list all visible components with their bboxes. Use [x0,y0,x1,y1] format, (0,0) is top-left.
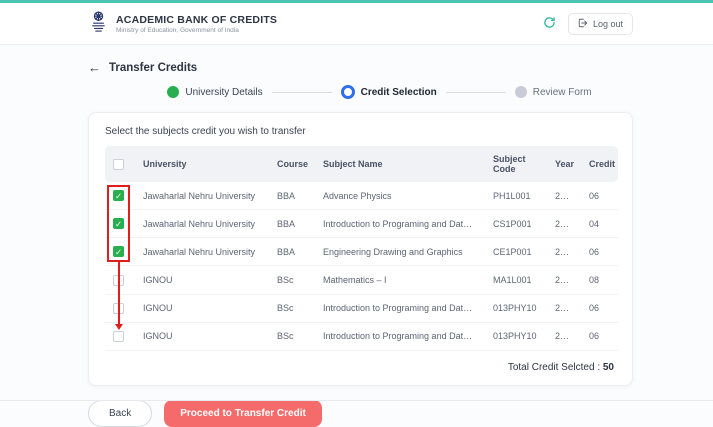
table-row: IGNOU BSc Introduction to Programing and D… [105,294,618,323]
table-caption: Select the subjects credit you wish to t… [105,126,306,137]
table-body: ✓ Jawaharlal Nehru University BBA Advance P… [105,182,618,351]
cell-subject-code: 013PHY10 [485,294,547,323]
cell-year: 2015 [547,209,581,239]
cell-credit: 06 [581,182,618,211]
step-complete-dot [167,86,180,98]
column-credit: Credit [589,159,616,169]
cell-subject-code: PH1L001 [485,182,547,211]
step-upcoming-dot [514,86,527,98]
header: ACADEMIC BANK OF CREDITS Ministry of Edu… [0,3,713,45]
cell-subject-code: CE1P001 [485,237,547,267]
cell-year: 2015 [547,182,581,211]
logout-icon [578,18,588,30]
cell-course: BSc [269,265,315,295]
govt-emblem-logo [88,9,109,38]
refresh-button[interactable] [541,14,558,34]
cell-subject-name: Introduction to Programing and Data Stru… [315,209,485,239]
cell-subject-name: Advance Physics [315,182,485,211]
total-credit-label: Total Credit Selcted : [507,361,601,373]
brand-subtitle: Ministry of Education, Government of Ind… [116,26,239,34]
column-year: Year [555,159,575,169]
cell-subject-code: MA1L001 [485,265,547,295]
cell-course: BSc [269,322,315,351]
column-subject-name: Subject Name [323,159,383,169]
bottom-divider [0,400,713,401]
header-actions: Log out [541,12,633,35]
table-row: IGNOU BSc Introduction to Programing and D… [105,322,618,351]
step-credit-selection: Credit Selection [340,85,437,99]
total-credit-value: 50 [602,361,614,373]
brand: ACADEMIC BANK OF CREDITS Ministry of Edu… [88,9,277,38]
cell-subject-name: Introduction to Programing and Data Stru… [315,294,485,323]
step-connector [271,91,332,93]
table-row: ✓ Jawaharlal Nehru University BBA Engineeri… [105,237,618,267]
cell-university: Jawaharlal Nehru University [135,209,269,239]
total-credit-row: Total Credit Selcted : 50 [105,351,616,377]
select-all-checkbox[interactable] [113,158,124,170]
step-university-details: University Details [167,86,263,98]
cell-course: BSc [269,294,315,323]
step-label: Credit Selection [360,86,437,98]
cell-year: 2015 [547,265,581,295]
brand-title: ACADEMIC BANK OF CREDITS [116,13,278,26]
cell-university: Jawaharlal Nehru University [135,182,269,211]
cell-course: BBA [269,209,315,239]
cell-subject-code: 013PHY10 [485,322,547,351]
step-connector [445,91,506,93]
row-checkbox[interactable] [113,330,124,342]
stepper: University Details Credit Selection Revi… [0,85,713,99]
cell-university: Jawaharlal Nehru University [135,237,269,267]
column-subject-code: Subject Code [493,154,526,174]
footer-actions: Back Proceed to Transfer Credit [88,399,713,427]
credit-selection-card: Select the subjects credit you wish to t… [88,112,633,386]
column-university: University [143,159,187,169]
proceed-to-transfer-credit-button[interactable]: Proceed to Transfer Credit [164,399,322,427]
cell-year: 2015 [547,322,581,351]
back-arrow-icon[interactable]: ← [88,61,101,74]
cell-credit: 04 [581,209,618,239]
page-title-row: ← Transfer Credits [88,61,713,74]
cell-credit: 06 [581,237,618,267]
credits-table: University Course Subject Name Subject C… [105,146,618,351]
row-checkbox[interactable] [113,302,124,314]
step-review-form: Review Form [514,86,592,98]
cell-credit: 06 [581,322,618,351]
brand-text: ACADEMIC BANK OF CREDITS Ministry of Edu… [116,14,277,34]
page-title: Transfer Credits [109,61,198,74]
cell-credit: 06 [581,294,618,323]
step-active-dot [340,85,355,99]
cell-year: 2015 [547,237,581,267]
row-checkbox[interactable] [113,274,124,286]
cell-university: IGNOU [135,294,269,323]
cell-subject-name: Engineering Drawing and Graphics [315,237,485,267]
row-checkbox[interactable]: ✓ [113,218,124,230]
logout-button[interactable]: Log out [567,12,633,35]
table-row: IGNOU BSc Mathematics – I MA1L001 2015 08 [105,265,618,295]
cell-university: IGNOU [135,322,269,351]
logout-label: Log out [592,18,623,29]
row-checkbox[interactable]: ✓ [113,246,124,258]
table-header-row: University Course Subject Name Subject C… [105,146,618,182]
cell-course: BBA [269,182,315,211]
cell-subject-name: Mathematics – I [315,265,485,295]
table-row: ✓ Jawaharlal Nehru University BBA Advance P… [105,182,618,211]
step-label: Review Form [532,86,592,98]
cell-year: 2015 [547,294,581,323]
table-row: ✓ Jawaharlal Nehru University BBA Introduct… [105,209,618,239]
row-checkbox[interactable]: ✓ [113,190,124,202]
column-course: Course [277,159,309,169]
cell-course: BBA [269,237,315,267]
cell-credit: 08 [581,265,618,295]
table-wrap: University Course Subject Name Subject C… [105,146,618,351]
cell-subject-code: CS1P001 [485,209,547,239]
refresh-icon [543,16,556,32]
back-button[interactable]: Back [88,399,153,427]
step-label: University Details [185,86,263,98]
cell-university: IGNOU [135,265,269,295]
cell-subject-name: Introduction to Programing and Data Stru… [315,322,485,351]
